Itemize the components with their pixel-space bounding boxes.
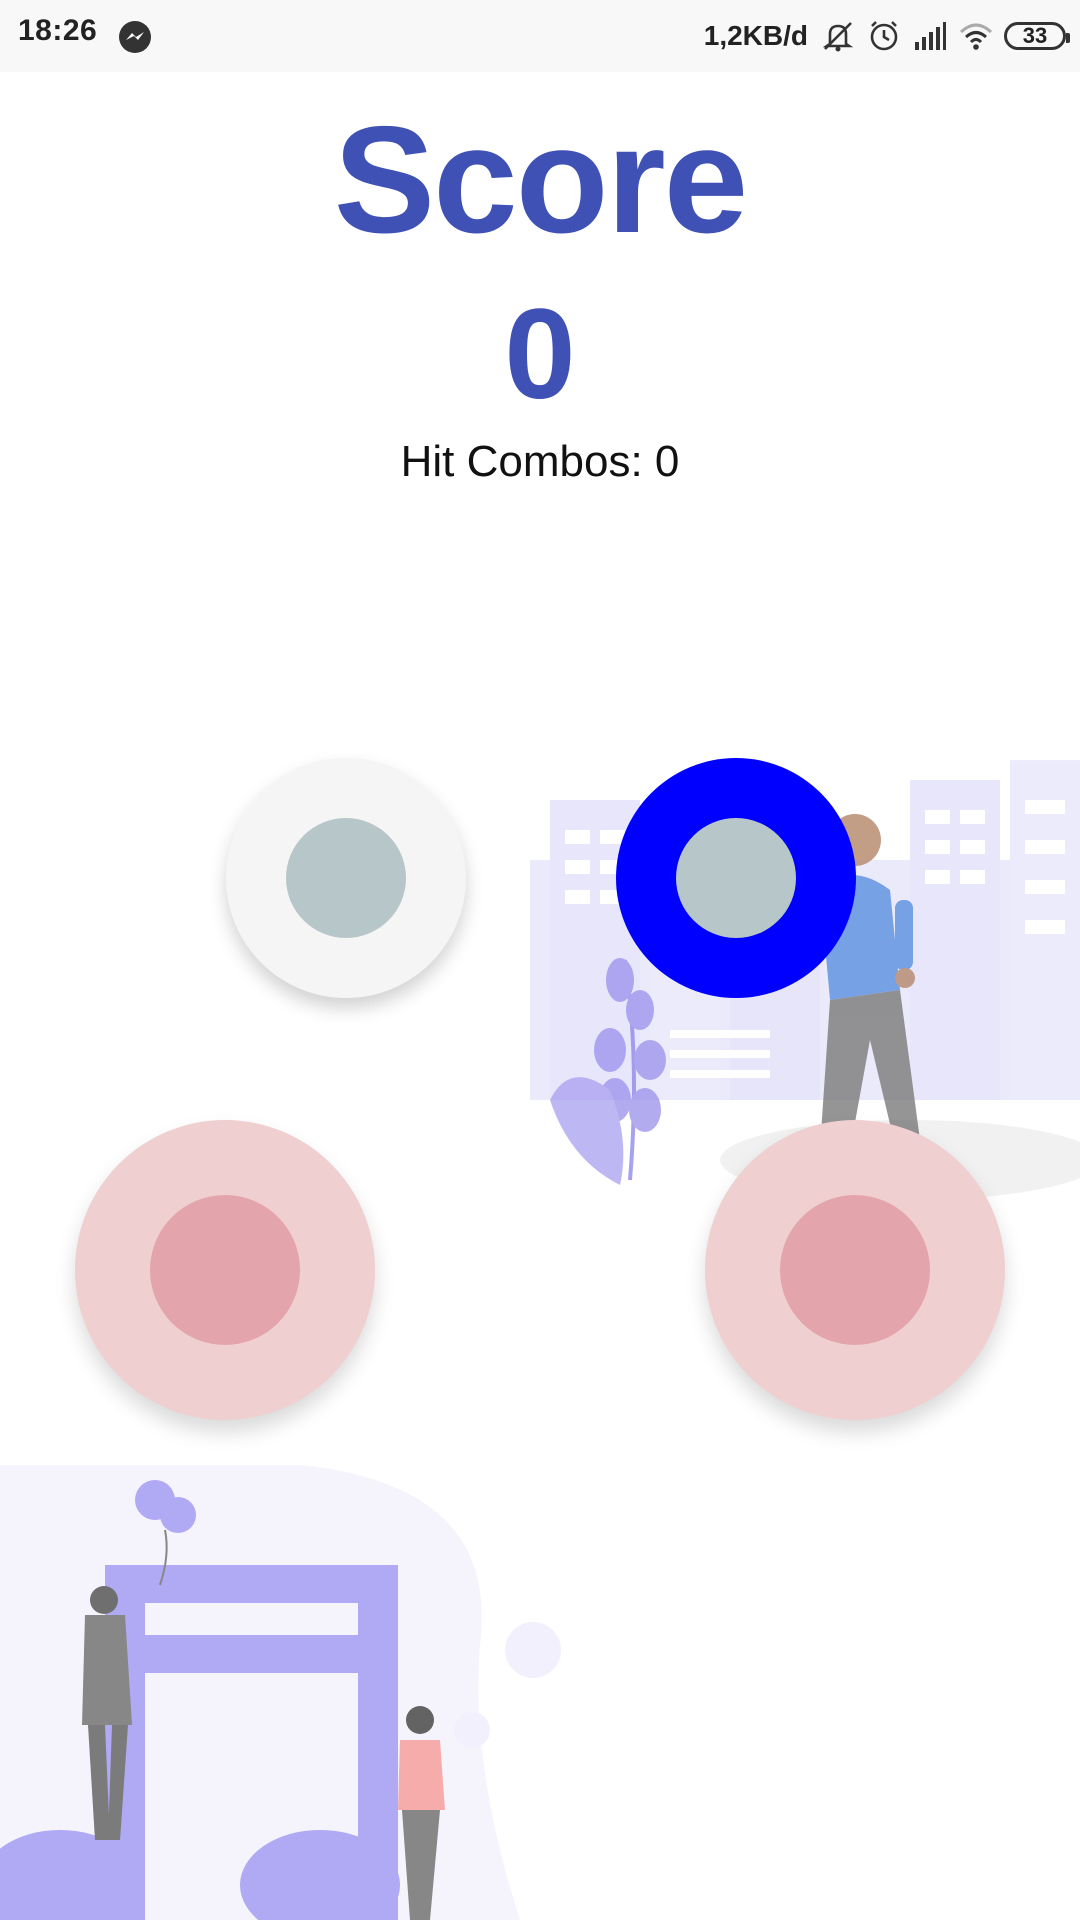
status-time: 18:26 [18, 14, 98, 47]
score-title: Score [333, 95, 748, 265]
pad-bottom-right[interactable] [705, 1120, 1005, 1420]
pad-core [780, 1195, 930, 1345]
pad-core [676, 818, 796, 938]
score-value: 0 [504, 283, 576, 426]
pad-top-left[interactable] [226, 758, 466, 998]
battery-icon: 33 [1004, 22, 1070, 50]
alarm-icon [870, 21, 898, 51]
signal-icon [915, 22, 946, 50]
network-speed: 1,2KB/d [703, 20, 808, 51]
status-bar: 18:26 1,2KB/d 33 [0, 0, 1080, 72]
music-note-illustration [0, 1465, 561, 1920]
status-right-group: 1,2KB/d 33 [703, 14, 1070, 58]
battery-level: 33 [1022, 23, 1048, 48]
pad-top-right[interactable] [616, 758, 856, 998]
wifi-icon [959, 23, 993, 50]
pad-bottom-left[interactable] [75, 1120, 375, 1420]
pad-core [286, 818, 406, 938]
hit-combos-label: Hit Combos: 0 [400, 437, 680, 486]
messenger-icon [119, 21, 151, 53]
pad-core [150, 1195, 300, 1345]
mute-icon [822, 22, 854, 52]
